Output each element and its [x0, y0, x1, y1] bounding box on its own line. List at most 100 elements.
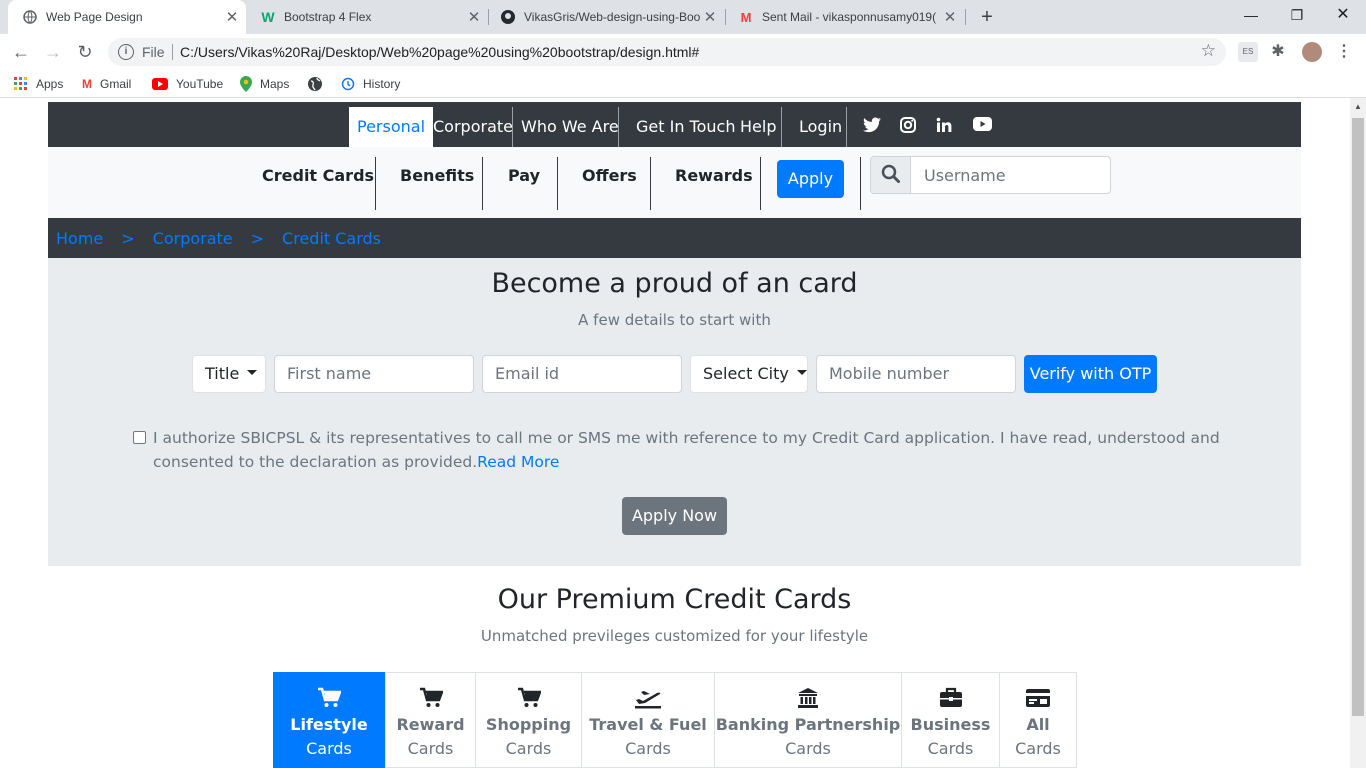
bookmark-maps[interactable]: Maps: [240, 75, 289, 93]
city-dropdown-label: Select City: [703, 364, 789, 383]
nav-corporate[interactable]: Corporate: [425, 107, 521, 147]
globe-icon: [308, 77, 322, 91]
scroll-up-icon[interactable]: ▲: [1354, 102, 1362, 111]
browser-tab[interactable]: M Sent Mail - vikasponnusamy019( ✕: [724, 0, 964, 34]
url-text[interactable]: C:/Users/Vikas%20Raj/Desktop/Web%20page%…: [180, 44, 699, 60]
page-scrollbar[interactable]: ▲: [1350, 98, 1366, 768]
extensions-puzzle-icon[interactable]: ✱: [1268, 42, 1288, 62]
nav-get-in-touch[interactable]: Get In Touch: [628, 107, 743, 147]
youtube-icon[interactable]: [973, 117, 993, 137]
bookmark-globe[interactable]: [308, 75, 330, 93]
nav-help[interactable]: Help: [732, 107, 784, 147]
bookmark-apps[interactable]: Apps: [14, 75, 63, 93]
close-tab-icon[interactable]: ✕: [700, 8, 720, 26]
mobile-input[interactable]: Mobile number: [816, 355, 1016, 393]
subnav-pay[interactable]: Pay: [508, 166, 540, 185]
browser-tab[interactable]: VikasGris/Web-design-using-Boo ✕: [486, 0, 724, 34]
card-tab-banking-partnership[interactable]: Banking Partnership Cards: [714, 672, 902, 768]
address-bar[interactable]: i File C:/Users/Vikas%20Raj/Desktop/Web%…: [108, 38, 1226, 66]
tab-title: Bootstrap 4 Flex: [284, 10, 372, 24]
close-window-icon[interactable]: ✕: [1320, 0, 1366, 30]
github-icon: [500, 9, 516, 25]
info-icon[interactable]: i: [118, 44, 134, 60]
search-icon[interactable]: [871, 157, 911, 193]
avatar[interactable]: [1302, 42, 1322, 62]
consent-checkbox[interactable]: [133, 431, 146, 444]
bank-icon: [715, 687, 901, 711]
card-tab-lifestyle[interactable]: Lifestyle Cards: [273, 672, 385, 768]
form-subtitle: A few details to start with: [578, 311, 771, 329]
verify-otp-button[interactable]: Verify with OTP: [1024, 355, 1157, 393]
nav-who-we-are[interactable]: Who We Are: [513, 107, 627, 147]
apply-now-button[interactable]: Apply Now: [622, 497, 727, 535]
cart-icon: [274, 687, 384, 711]
bookmark-gmail[interactable]: M Gmail: [82, 75, 131, 93]
close-tab-icon[interactable]: ✕: [222, 8, 242, 26]
new-tab-icon[interactable]: +: [976, 4, 998, 30]
card-tab-suffix: Cards: [407, 739, 454, 758]
title-dropdown-label: Title: [205, 364, 240, 383]
extension-es-icon[interactable]: ES: [1238, 42, 1258, 62]
card-tab-reward[interactable]: Reward Cards: [385, 672, 476, 768]
card-tab-name: Lifestyle: [290, 715, 368, 734]
minimize-icon[interactable]: —: [1228, 0, 1274, 30]
close-tab-icon[interactable]: ✕: [464, 8, 484, 26]
browser-tab[interactable]: W Bootstrap 4 Flex ✕: [246, 0, 488, 34]
breadcrumb: Home > Corporate > Credit Cards: [48, 218, 1301, 258]
subnav-divider: [557, 157, 558, 210]
w3schools-icon: W: [261, 9, 275, 25]
top-navbar: Personal Corporate Who We Are Get In Tou…: [48, 102, 1301, 147]
bookmark-history[interactable]: History: [341, 75, 400, 93]
cart-icon: [476, 687, 581, 711]
card-tab-suffix: Cards: [306, 739, 352, 758]
read-more-link[interactable]: Read More: [477, 453, 559, 471]
breadcrumb-home[interactable]: Home: [56, 229, 103, 248]
youtube-icon: [152, 78, 168, 90]
subnav-divider: [482, 157, 483, 210]
scrollbar-thumb[interactable]: [1352, 118, 1364, 716]
subnav-benefits[interactable]: Benefits: [400, 166, 474, 185]
back-icon[interactable]: ←: [8, 40, 34, 64]
subnav-credit-cards[interactable]: Credit Cards: [262, 166, 374, 185]
cart-icon: [386, 687, 475, 711]
card-tab-name: Banking Partnership: [715, 715, 901, 734]
card-tab-name: Shopping: [485, 715, 572, 734]
forward-icon[interactable]: →: [40, 40, 66, 64]
close-tab-icon[interactable]: ✕: [940, 8, 960, 26]
reload-icon[interactable]: ↻: [72, 40, 98, 64]
bookmark-label: Maps: [260, 77, 290, 91]
subnav-divider: [650, 157, 651, 210]
nav-login[interactable]: Login: [791, 107, 850, 147]
nav-divider: [618, 107, 619, 147]
card-tab-shopping[interactable]: Shopping Cards: [475, 672, 582, 768]
email-input[interactable]: Email id: [482, 355, 682, 393]
subnav-offers[interactable]: Offers: [582, 166, 637, 185]
nav-divider: [781, 107, 782, 147]
card-tab-travel-fuel[interactable]: Travel & Fuel Cards: [581, 672, 715, 768]
card-tab-suffix: Cards: [785, 739, 831, 758]
subnav-rewards[interactable]: Rewards: [675, 166, 753, 185]
nav-divider: [846, 107, 847, 147]
instagram-icon[interactable]: [900, 117, 920, 137]
username-input[interactable]: [912, 157, 1110, 193]
bookmark-star-icon[interactable]: ☆: [1201, 41, 1216, 61]
bookmark-youtube[interactable]: YouTube: [152, 75, 223, 93]
card-tab-business[interactable]: Business Cards: [901, 672, 1000, 768]
card-tab-name: Business: [910, 715, 991, 734]
title-dropdown[interactable]: Title: [192, 355, 266, 393]
caret-down-icon: [247, 370, 258, 375]
card-tab-name: All: [1026, 715, 1050, 734]
breadcrumb-credit-cards[interactable]: Credit Cards: [282, 229, 381, 248]
nav-personal[interactable]: Personal: [349, 107, 434, 147]
browser-tab-active[interactable]: Web Page Design ✕: [8, 0, 246, 34]
menu-kebab-icon[interactable]: ⋮: [1334, 42, 1354, 62]
breadcrumb-corporate[interactable]: Corporate: [153, 229, 233, 248]
first-name-input[interactable]: First name: [274, 355, 474, 393]
city-dropdown[interactable]: Select City: [690, 355, 808, 393]
twitter-icon[interactable]: [863, 117, 883, 137]
apply-button[interactable]: Apply: [777, 160, 844, 198]
linkedin-icon[interactable]: [936, 117, 956, 137]
tab-divider: [965, 9, 966, 25]
restore-icon[interactable]: ❐: [1274, 0, 1320, 30]
card-tab-all[interactable]: All Cards: [999, 672, 1077, 768]
